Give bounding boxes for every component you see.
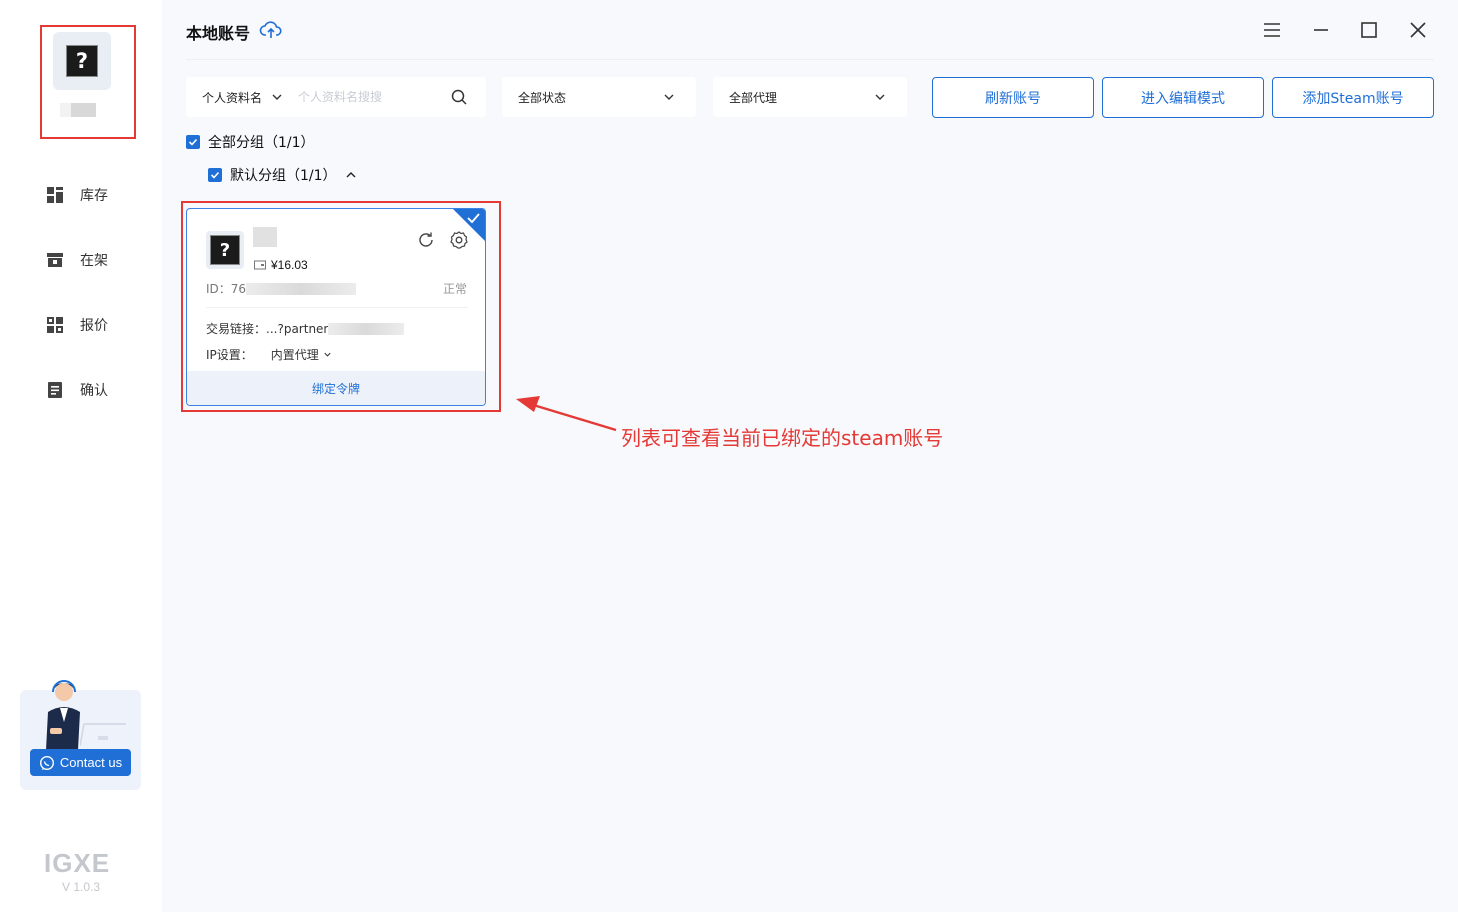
account-id: ID：76 bbox=[206, 280, 357, 297]
balance-value: ¥16.03 bbox=[271, 258, 308, 272]
trade-link-row: 交易链接： ...?partner bbox=[206, 320, 405, 337]
menu-icon[interactable] bbox=[1260, 18, 1284, 42]
sidebar: ? 库存 在架 报价 确认 Contact us IGXE V 1.0.3 bbox=[0, 0, 162, 912]
account-card[interactable]: ? ¥16.03 ID：76 正常 交易链接： ...?partner IP设置 bbox=[186, 208, 486, 406]
group-default-row: 默认分组（1/1） bbox=[208, 165, 357, 185]
proxy-filter-label: 全部代理 bbox=[729, 90, 778, 105]
maximize-icon[interactable] bbox=[1357, 18, 1381, 42]
placeholder-avatar-icon: ? bbox=[210, 235, 240, 265]
group-all-row: 全部分组（1/1） bbox=[186, 132, 315, 152]
annotation-text: 列表可查看当前已绑定的steam账号 bbox=[621, 426, 944, 450]
status-filter-label: 全部状态 bbox=[518, 90, 567, 105]
sidebar-item-listed[interactable]: 在架 bbox=[46, 248, 108, 272]
chat-icon bbox=[39, 755, 54, 770]
search-input[interactable] bbox=[298, 87, 428, 107]
status-filter-dropdown[interactable]: 全部状态 bbox=[502, 77, 696, 117]
shelf-icon bbox=[47, 253, 63, 267]
card-divider bbox=[206, 307, 468, 308]
user-name-blurred bbox=[60, 103, 96, 117]
account-status: 正常 bbox=[442, 282, 467, 296]
chevron-up-icon[interactable] bbox=[345, 169, 357, 181]
check-icon bbox=[210, 171, 220, 179]
annotation-arrow bbox=[516, 396, 617, 432]
ip-proxy-value: 内置代理 bbox=[270, 348, 319, 362]
account-avatar: ? bbox=[206, 231, 244, 269]
sidebar-item-confirm[interactable]: 确认 bbox=[46, 378, 108, 402]
ip-setting-row: IP设置： 内置代理 bbox=[206, 346, 332, 363]
user-avatar-highlight: ? bbox=[40, 25, 136, 139]
placeholder-avatar-icon: ? bbox=[66, 45, 98, 77]
sidebar-item-label: 在架 bbox=[80, 253, 108, 269]
user-avatar[interactable]: ? bbox=[53, 32, 111, 90]
cloud-upload-icon[interactable] bbox=[259, 18, 283, 42]
search-icon[interactable] bbox=[450, 88, 468, 106]
chevron-down-icon bbox=[664, 94, 674, 100]
contact-us-button[interactable]: Contact us bbox=[30, 749, 131, 776]
trade-link-blurred bbox=[328, 322, 405, 335]
refresh-accounts-button[interactable]: 刷新账号 bbox=[932, 77, 1094, 118]
ip-setting-label: IP设置： bbox=[206, 348, 253, 362]
app-logo: IGXE bbox=[44, 848, 111, 878]
checklist-icon bbox=[48, 382, 62, 398]
group-default-label: 默认分组（1/1） bbox=[230, 168, 337, 184]
chevron-down-icon[interactable] bbox=[270, 90, 284, 104]
account-name-blurred bbox=[253, 227, 277, 247]
dashboard-icon bbox=[47, 187, 63, 203]
contact-us-label: Contact us bbox=[59, 755, 123, 770]
chevron-down-icon bbox=[324, 352, 331, 357]
add-steam-account-button[interactable]: 添加Steam账号 bbox=[1272, 77, 1434, 118]
sidebar-item-inventory[interactable]: 库存 bbox=[46, 183, 108, 207]
contact-card: Contact us bbox=[20, 680, 141, 790]
close-icon[interactable] bbox=[1406, 18, 1430, 42]
sidebar-item-offers[interactable]: 报价 bbox=[46, 313, 108, 337]
enter-edit-mode-button[interactable]: 进入编辑模式 bbox=[1102, 77, 1264, 118]
group-all-label: 全部分组（1/1） bbox=[208, 135, 315, 151]
sidebar-item-label: 报价 bbox=[80, 318, 108, 334]
page-title: 本地账号 bbox=[186, 24, 251, 43]
profile-search-bar: 个人资料名 bbox=[186, 77, 486, 117]
account-id-blurred bbox=[246, 282, 357, 295]
account-balance: ¥16.03 bbox=[254, 258, 308, 272]
app-version: V 1.0.3 bbox=[62, 880, 101, 894]
check-icon bbox=[188, 138, 198, 146]
sidebar-item-label: 库存 bbox=[80, 188, 108, 204]
main-panel: 本地账号 个人资料名 全部状态 全部代理 刷新账号 进入编辑模式 添加Steam… bbox=[162, 0, 1458, 912]
grid-icon bbox=[47, 317, 63, 333]
group-all-checkbox[interactable] bbox=[186, 135, 200, 149]
laptop-illustration bbox=[80, 723, 126, 747]
trade-link-value[interactable]: ...?partner bbox=[266, 322, 328, 336]
refresh-icon[interactable] bbox=[416, 230, 436, 250]
bind-token-button[interactable]: 绑定令牌 bbox=[187, 371, 485, 405]
minimize-icon[interactable] bbox=[1309, 18, 1333, 42]
profile-filter-dropdown[interactable]: 个人资料名 bbox=[202, 89, 262, 106]
account-id-prefix: ID：76 bbox=[206, 282, 247, 296]
gear-icon[interactable] bbox=[449, 230, 469, 250]
wallet-icon bbox=[254, 260, 266, 270]
group-default-checkbox[interactable] bbox=[208, 168, 222, 182]
ip-proxy-dropdown[interactable]: 内置代理 bbox=[271, 346, 332, 363]
trade-link-label: 交易链接： bbox=[206, 322, 267, 336]
chevron-down-icon bbox=[875, 94, 885, 100]
header-divider bbox=[186, 59, 1434, 60]
app-window: ? 库存 在架 报价 确认 Contact us IGXE V 1.0.3 本地… bbox=[0, 0, 1458, 912]
sidebar-item-label: 确认 bbox=[80, 383, 108, 399]
proxy-filter-dropdown[interactable]: 全部代理 bbox=[713, 77, 907, 117]
